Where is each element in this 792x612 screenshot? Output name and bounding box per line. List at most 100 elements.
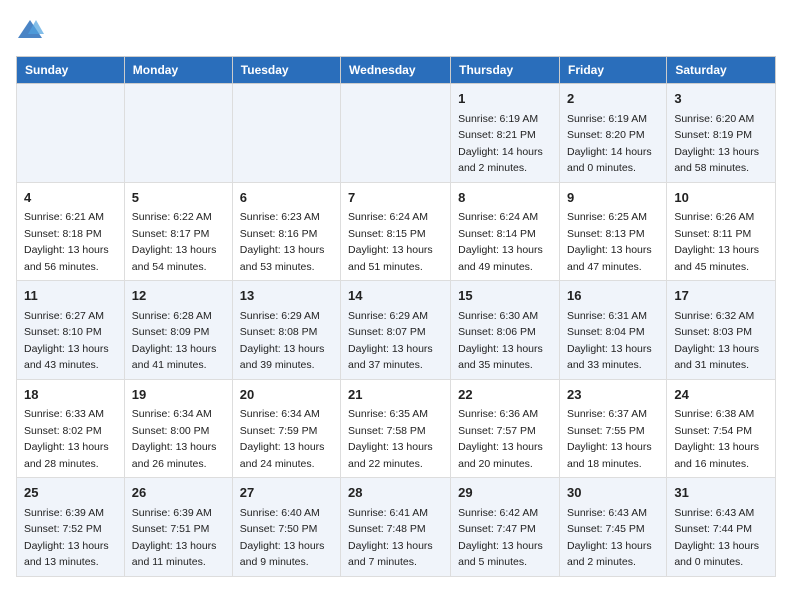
calendar-cell: 30Sunrise: 6:43 AM Sunset: 7:45 PM Dayli… — [559, 478, 666, 577]
col-header-sunday: Sunday — [17, 57, 125, 84]
calendar-header-row: SundayMondayTuesdayWednesdayThursdayFrid… — [17, 57, 776, 84]
col-header-tuesday: Tuesday — [232, 57, 340, 84]
day-number: 7 — [348, 188, 443, 208]
calendar-cell — [341, 84, 451, 183]
calendar-cell: 6Sunrise: 6:23 AM Sunset: 8:16 PM Daylig… — [232, 182, 340, 281]
calendar-cell: 27 Sunrise: 6:40 AM Sunset: 7:50 PM Dayli… — [232, 478, 340, 577]
calendar-cell: 20 Sunrise: 6:34 AM Sunset: 7:59 PM Dayli… — [232, 379, 340, 478]
day-number: 24 — [674, 385, 768, 405]
calendar-cell: 16 Sunrise: 6:31 AM Sunset: 8:04 PM Dayli… — [559, 281, 666, 380]
calendar-cell: 19 Sunrise: 6:34 AM Sunset: 8:00 PM Dayli… — [124, 379, 232, 478]
calendar-cell — [232, 84, 340, 183]
day-number: 6 — [240, 188, 333, 208]
day-detail: Sunrise: 6:24 AM Sunset: 8:14 PM Dayligh… — [458, 211, 543, 273]
day-number: 27 — [240, 483, 333, 503]
calendar-cell: 14Sunrise: 6:29 AM Sunset: 8:07 PM Dayli… — [341, 281, 451, 380]
week-row-4: 18 Sunrise: 6:33 AM Sunset: 8:02 PM Dayli… — [17, 379, 776, 478]
day-number: 21 — [348, 385, 443, 405]
day-number: 20 — [240, 385, 333, 405]
calendar-cell: 31 Sunrise: 6:43 AM Sunset: 7:44 PM Dayli… — [667, 478, 776, 577]
day-number: 4 — [24, 188, 117, 208]
day-number: 29 — [458, 483, 552, 503]
day-number: 26 — [132, 483, 225, 503]
logo — [16, 16, 48, 44]
day-number: 23 — [567, 385, 659, 405]
day-number: 5 — [132, 188, 225, 208]
day-detail: Sunrise: 6:39 AM Sunset: 7:51 PM Dayligh… — [132, 507, 217, 569]
week-row-5: 25 Sunrise: 6:39 AM Sunset: 7:52 PM Dayli… — [17, 478, 776, 577]
day-number: 28 — [348, 483, 443, 503]
day-detail: Sunrise: 6:33 AM Sunset: 8:02 PM Dayligh… — [24, 408, 109, 470]
day-detail: Sunrise: 6:22 AM Sunset: 8:17 PM Dayligh… — [132, 211, 217, 273]
day-number: 1 — [458, 89, 552, 109]
day-detail: Sunrise: 6:40 AM Sunset: 7:50 PM Dayligh… — [240, 507, 325, 569]
calendar-cell: 23 Sunrise: 6:37 AM Sunset: 7:55 PM Dayli… — [559, 379, 666, 478]
day-detail: Sunrise: 6:34 AM Sunset: 8:00 PM Dayligh… — [132, 408, 217, 470]
calendar-cell: 21 Sunrise: 6:35 AM Sunset: 7:58 PM Dayli… — [341, 379, 451, 478]
day-detail: Sunrise: 6:29 AM Sunset: 8:07 PM Dayligh… — [348, 310, 433, 372]
day-detail: Sunrise: 6:42 AM Sunset: 7:47 PM Dayligh… — [458, 507, 543, 569]
calendar-cell: 28 Sunrise: 6:41 AM Sunset: 7:48 PM Dayli… — [341, 478, 451, 577]
day-detail: Sunrise: 6:34 AM Sunset: 7:59 PM Dayligh… — [240, 408, 325, 470]
day-detail: Sunrise: 6:29 AM Sunset: 8:08 PM Dayligh… — [240, 310, 325, 372]
day-number: 15 — [458, 286, 552, 306]
day-number: 19 — [132, 385, 225, 405]
calendar-cell: 24 Sunrise: 6:38 AM Sunset: 7:54 PM Dayli… — [667, 379, 776, 478]
day-number: 13 — [240, 286, 333, 306]
calendar-cell: 15 Sunrise: 6:30 AM Sunset: 8:06 PM Dayli… — [451, 281, 560, 380]
day-number: 31 — [674, 483, 768, 503]
day-number: 2 — [567, 89, 659, 109]
day-detail: Sunrise: 6:43 AM Sunset: 7:44 PM Dayligh… — [674, 507, 759, 569]
calendar-cell: 4 Sunrise: 6:21 AM Sunset: 8:18 PM Daylig… — [17, 182, 125, 281]
calendar-cell: 2Sunrise: 6:19 AM Sunset: 8:20 PM Daylig… — [559, 84, 666, 183]
day-detail: Sunrise: 6:30 AM Sunset: 8:06 PM Dayligh… — [458, 310, 543, 372]
calendar-cell: 10 Sunrise: 6:26 AM Sunset: 8:11 PM Dayli… — [667, 182, 776, 281]
col-header-monday: Monday — [124, 57, 232, 84]
day-number: 18 — [24, 385, 117, 405]
calendar-cell: 3 Sunrise: 6:20 AM Sunset: 8:19 PM Daylig… — [667, 84, 776, 183]
day-detail: Sunrise: 6:31 AM Sunset: 8:04 PM Dayligh… — [567, 310, 652, 372]
day-number: 10 — [674, 188, 768, 208]
calendar-cell: 25 Sunrise: 6:39 AM Sunset: 7:52 PM Dayli… — [17, 478, 125, 577]
day-number: 3 — [674, 89, 768, 109]
day-number: 11 — [24, 286, 117, 306]
calendar-table: SundayMondayTuesdayWednesdayThursdayFrid… — [16, 56, 776, 577]
day-detail: Sunrise: 6:39 AM Sunset: 7:52 PM Dayligh… — [24, 507, 109, 569]
calendar-cell: 5 Sunrise: 6:22 AM Sunset: 8:17 PM Daylig… — [124, 182, 232, 281]
day-detail: Sunrise: 6:41 AM Sunset: 7:48 PM Dayligh… — [348, 507, 433, 569]
day-detail: Sunrise: 6:36 AM Sunset: 7:57 PM Dayligh… — [458, 408, 543, 470]
calendar-cell: 18 Sunrise: 6:33 AM Sunset: 8:02 PM Dayli… — [17, 379, 125, 478]
calendar-cell: 22 Sunrise: 6:36 AM Sunset: 7:57 PM Dayli… — [451, 379, 560, 478]
calendar-cell — [124, 84, 232, 183]
col-header-saturday: Saturday — [667, 57, 776, 84]
calendar-cell: 8Sunrise: 6:24 AM Sunset: 8:14 PM Daylig… — [451, 182, 560, 281]
calendar-cell: 11 Sunrise: 6:27 AM Sunset: 8:10 PM Dayli… — [17, 281, 125, 380]
day-detail: Sunrise: 6:20 AM Sunset: 8:19 PM Dayligh… — [674, 113, 759, 175]
day-detail: Sunrise: 6:26 AM Sunset: 8:11 PM Dayligh… — [674, 211, 759, 273]
calendar-cell: 13 Sunrise: 6:29 AM Sunset: 8:08 PM Dayli… — [232, 281, 340, 380]
day-detail: Sunrise: 6:35 AM Sunset: 7:58 PM Dayligh… — [348, 408, 433, 470]
day-number: 17 — [674, 286, 768, 306]
day-number: 30 — [567, 483, 659, 503]
day-number: 22 — [458, 385, 552, 405]
day-number: 16 — [567, 286, 659, 306]
day-detail: Sunrise: 6:25 AM Sunset: 8:13 PM Dayligh… — [567, 211, 652, 273]
day-detail: Sunrise: 6:21 AM Sunset: 8:18 PM Dayligh… — [24, 211, 109, 273]
logo-icon — [16, 16, 44, 44]
calendar-cell: 9 Sunrise: 6:25 AM Sunset: 8:13 PM Daylig… — [559, 182, 666, 281]
day-number: 25 — [24, 483, 117, 503]
col-header-thursday: Thursday — [451, 57, 560, 84]
day-detail: Sunrise: 6:38 AM Sunset: 7:54 PM Dayligh… — [674, 408, 759, 470]
day-detail: Sunrise: 6:32 AM Sunset: 8:03 PM Dayligh… — [674, 310, 759, 372]
day-detail: Sunrise: 6:19 AM Sunset: 8:21 PM Dayligh… — [458, 113, 543, 175]
day-number: 12 — [132, 286, 225, 306]
week-row-1: 1 Sunrise: 6:19 AM Sunset: 8:21 PM Daylig… — [17, 84, 776, 183]
calendar-cell: 17 Sunrise: 6:32 AM Sunset: 8:03 PM Dayli… — [667, 281, 776, 380]
day-detail: Sunrise: 6:27 AM Sunset: 8:10 PM Dayligh… — [24, 310, 109, 372]
day-detail: Sunrise: 6:37 AM Sunset: 7:55 PM Dayligh… — [567, 408, 652, 470]
calendar-cell — [17, 84, 125, 183]
day-detail: Sunrise: 6:24 AM Sunset: 8:15 PM Dayligh… — [348, 211, 433, 273]
week-row-3: 11 Sunrise: 6:27 AM Sunset: 8:10 PM Dayli… — [17, 281, 776, 380]
day-number: 9 — [567, 188, 659, 208]
calendar-cell: 7 Sunrise: 6:24 AM Sunset: 8:15 PM Daylig… — [341, 182, 451, 281]
